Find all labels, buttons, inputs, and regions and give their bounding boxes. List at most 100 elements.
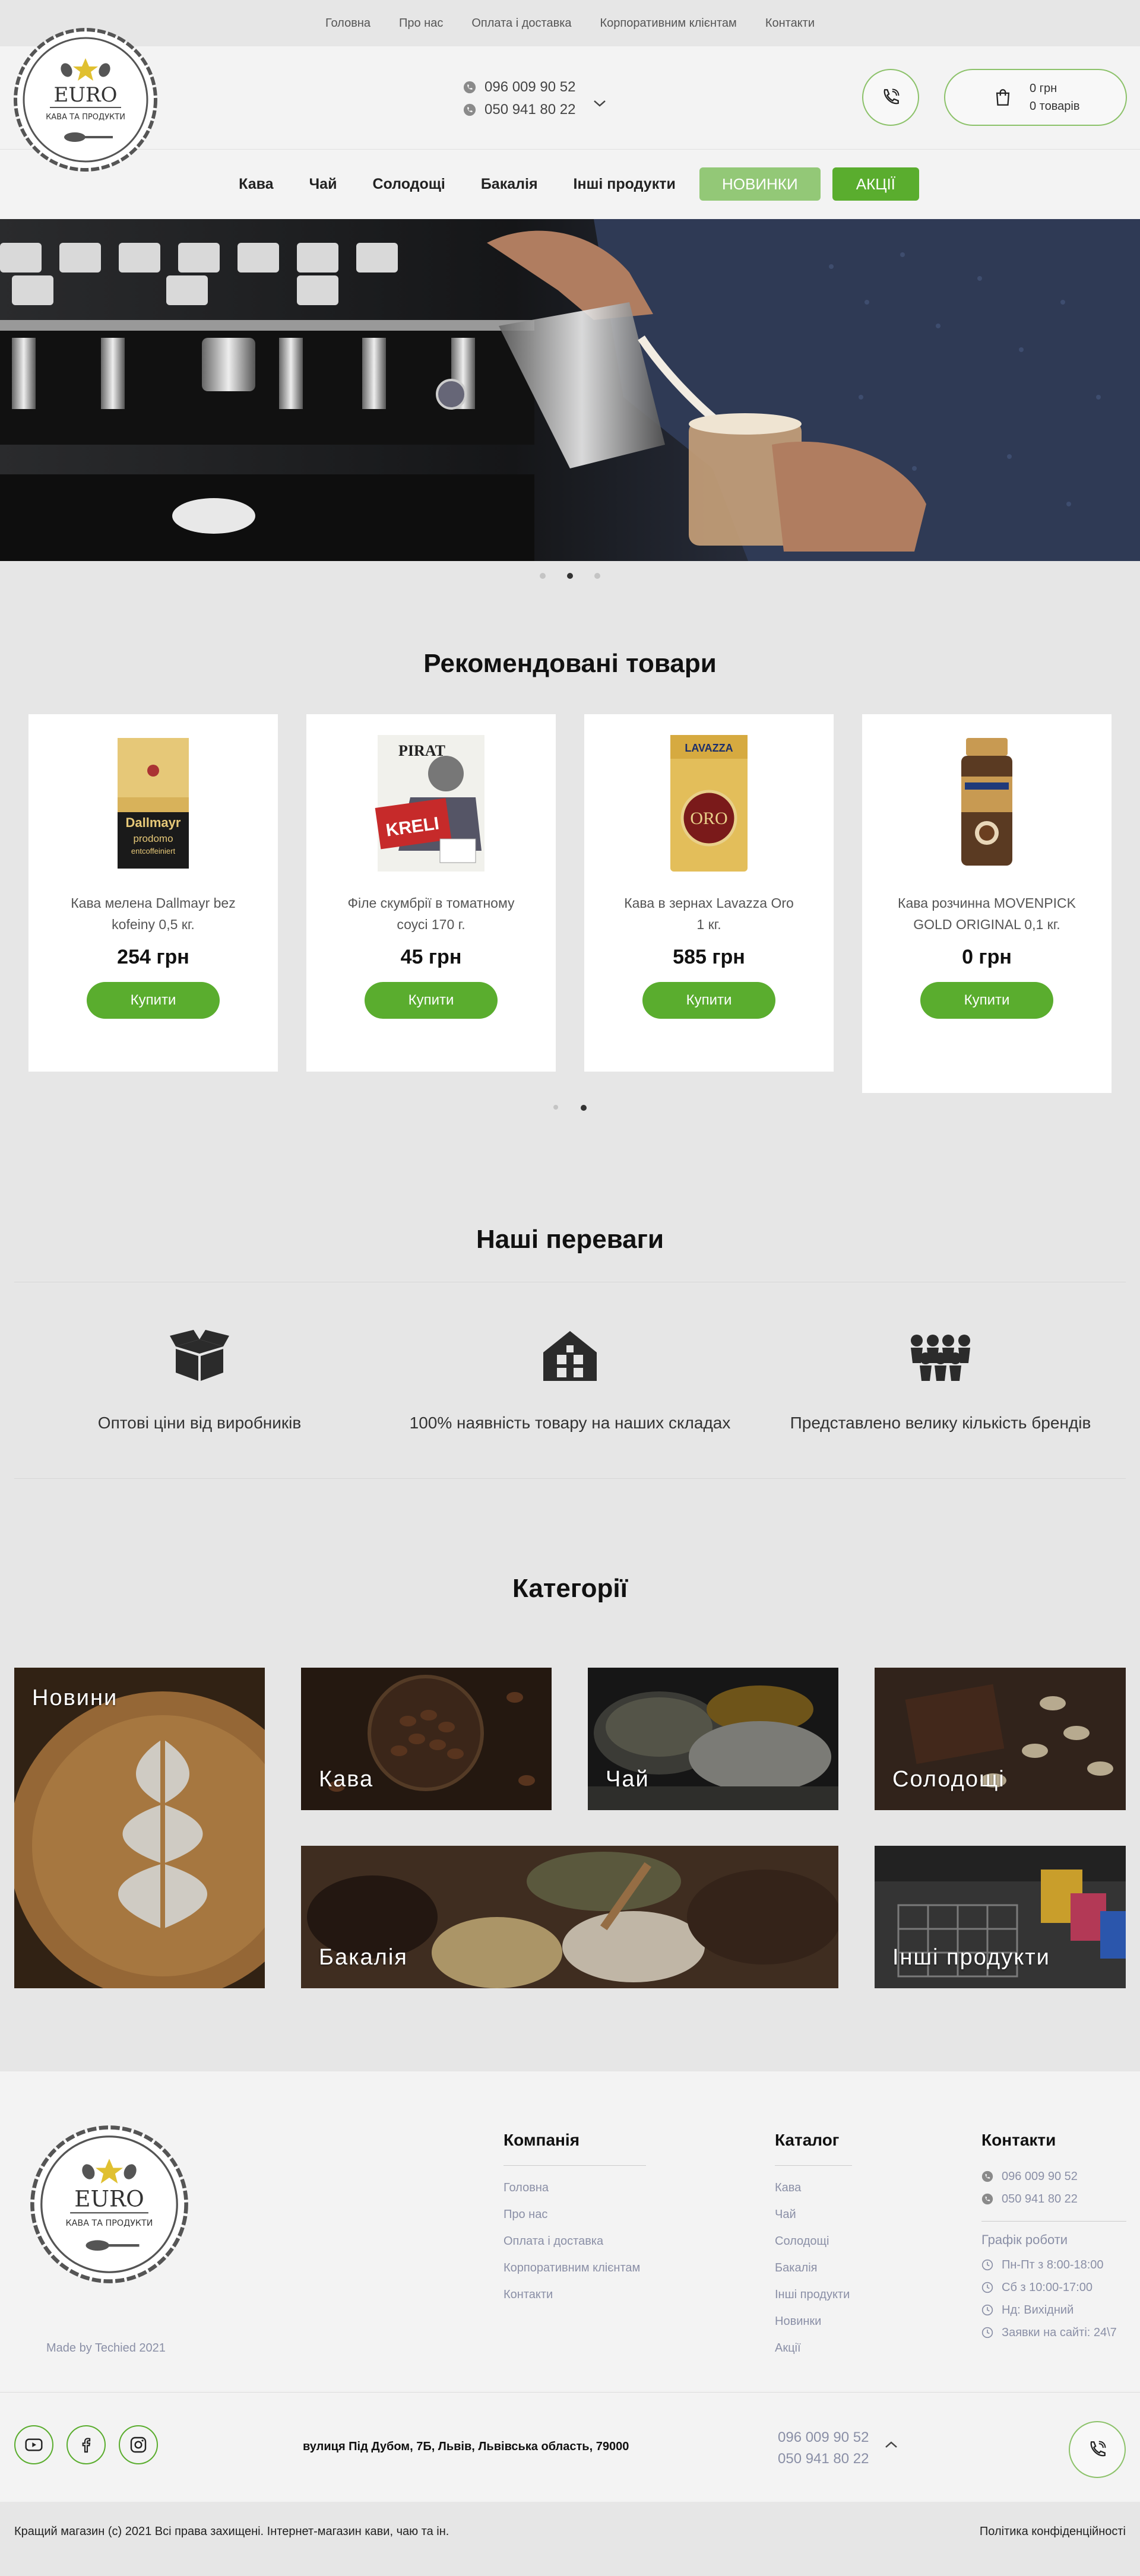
nav-item-tea[interactable]: Чай [309, 176, 337, 193]
chevron-down-icon[interactable] [593, 99, 607, 108]
phone-icon [463, 103, 476, 116]
category-label: Новини [32, 1685, 118, 1710]
chevron-up-icon[interactable] [884, 2440, 899, 2450]
product-name[interactable]: Кава розчинна MOVENPICK GOLD ORIGINAL 0,… [862, 892, 1112, 935]
product-name[interactable]: Кава мелена Dallmayr bez kofeiny 0,5 кг. [28, 892, 278, 935]
footer-link-new[interactable]: Новинки [775, 2315, 852, 2341]
product-image-movenpick [961, 738, 1012, 866]
category-label: Чай [606, 1767, 650, 1792]
top-nav-home[interactable]: Головна [325, 17, 370, 30]
main-nav: Кава Чай Солодощі Бакалія Інші продукти … [0, 149, 1140, 219]
footer-contact-phone-1[interactable]: 096 009 90 52 [1002, 2170, 1078, 2184]
nav-item-other[interactable]: Інші продукти [574, 176, 676, 193]
copyright-bar: Кращий магазин (с) 2021 Всі права захище… [0, 2502, 1140, 2561]
nav-new-button[interactable]: НОВИНКИ [699, 167, 821, 201]
category-coffee[interactable]: Кава [301, 1668, 552, 1810]
buy-button[interactable]: Купити [642, 982, 775, 1019]
product-name[interactable]: Кава в зернах Lavazza Oro 1 кг. [584, 892, 834, 935]
category-grocery[interactable]: Бакалія [301, 1846, 838, 1988]
categories-grid: Новини Кава Чай Солодощі Бакалія Інші пр… [14, 1668, 1126, 1988]
footer-phone-1[interactable]: 096 009 90 52 [778, 2427, 869, 2448]
footer-callback-button[interactable] [1069, 2421, 1126, 2478]
category-tea[interactable]: Чай [588, 1668, 838, 1810]
footer-link-sale[interactable]: Акції [775, 2341, 852, 2368]
carousel-dot-2[interactable] [581, 1105, 587, 1111]
nav-sale-button[interactable]: АКЦІЇ [832, 167, 919, 201]
top-nav-about[interactable]: Про нас [399, 17, 443, 30]
header-phone-2[interactable]: 050 941 80 22 [484, 102, 575, 118]
footer-link-contacts[interactable]: Контакти [504, 2288, 646, 2315]
product-card[interactable]: Кава розчинна MOVENPICK GOLD ORIGINAL 0,… [862, 714, 1112, 1093]
category-label: Солодощі [892, 1767, 1005, 1792]
buy-button[interactable]: Купити [920, 982, 1053, 1019]
footer-link-payment[interactable]: Оплата і доставка [504, 2235, 646, 2261]
product-card[interactable]: Dallmayr prodomo entcoffeiniert Кава мел… [28, 714, 278, 1072]
product-image-dallmayr: Dallmayr prodomo entcoffeiniert [118, 738, 189, 869]
cart-button[interactable]: 0 грн 0 товарів [944, 69, 1127, 126]
clock-icon [981, 2327, 993, 2339]
clock-icon [981, 2304, 993, 2316]
footer-address: вулиця Під Дубом, 7Б, Львів, Львівська о… [303, 2440, 629, 2453]
svg-text:ORO: ORO [690, 809, 727, 828]
footer-link-other[interactable]: Інші продукти [775, 2288, 852, 2315]
footer-link-coffee[interactable]: Кава [775, 2181, 852, 2208]
product-price: 45 грн [400, 946, 462, 968]
hero-dot-1[interactable] [540, 573, 546, 579]
svg-text:PIRAT: PIRAT [398, 742, 445, 759]
footer-link-about[interactable]: Про нас [504, 2208, 646, 2235]
advantage-item: 100% наявність товару на наших складах [404, 1329, 736, 1433]
top-nav-payment[interactable]: Оплата і доставка [471, 17, 571, 30]
advantage-label: Оптові ціни від виробників [97, 1413, 302, 1432]
box-icon [170, 1329, 229, 1381]
nav-item-grocery[interactable]: Бакалія [481, 176, 538, 193]
schedule-title: Графік роботи [981, 2221, 1126, 2248]
product-name[interactable]: Філе скумбрії в томатному соусі 170 г. [306, 892, 556, 935]
footer-link-grocery[interactable]: Бакалія [775, 2261, 852, 2288]
callback-button[interactable] [862, 69, 919, 126]
buy-button[interactable]: Купити [365, 982, 498, 1019]
made-by: Made by Techied 2021 [46, 2341, 166, 2355]
product-image-mackerel: PIRAT KRELI [375, 735, 484, 872]
product-card[interactable]: PIRAT KRELI Філе скумбрії в томатному со… [306, 714, 556, 1072]
footer-phone-2[interactable]: 050 941 80 22 [778, 2448, 869, 2470]
hero-dot-3[interactable] [594, 573, 600, 579]
header-phones: 096 009 90 52 050 941 80 22 [463, 76, 606, 121]
logo-badge: EURO КАВА ТА ПРОДУКТИ [30, 2125, 188, 2283]
instagram-icon [130, 2436, 147, 2453]
product-carousel-dots [0, 1105, 1140, 1111]
footer-logo[interactable]: EURO КАВА ТА ПРОДУКТИ [30, 2125, 189, 2284]
hero-slider[interactable] [0, 219, 1140, 561]
phone-icon [981, 2171, 993, 2182]
buy-button[interactable]: Купити [87, 982, 220, 1019]
footer-link-sweets[interactable]: Солодощі [775, 2235, 852, 2261]
product-card[interactable]: LAVAZZA ORO Кава в зернах Lavazza Oro 1 … [584, 714, 834, 1072]
footer-link-tea[interactable]: Чай [775, 2208, 852, 2235]
privacy-link[interactable]: Політика конфіденційності [980, 2525, 1126, 2539]
category-sweets[interactable]: Солодощі [875, 1668, 1126, 1810]
top-nav-corporate[interactable]: Корпоративним клієнтам [600, 17, 737, 30]
facebook-link[interactable] [66, 2425, 106, 2464]
footer-catalog: Каталог Кава Чай Солодощі Бакалія Інші п… [775, 2131, 852, 2368]
brands-icon [911, 1334, 970, 1381]
schedule-saturday: Сб з 10:00-17:00 [1002, 2280, 1092, 2294]
top-nav-contacts[interactable]: Контакти [765, 17, 815, 30]
footer-link-home[interactable]: Головна [504, 2181, 646, 2208]
footer-contacts-title: Контакти [981, 2131, 1056, 2149]
logo[interactable]: EURO КАВА ТА ПРОДУКТИ [13, 27, 158, 172]
instagram-link[interactable] [119, 2425, 158, 2464]
nav-item-coffee[interactable]: Кава [239, 176, 273, 193]
hero-image [0, 219, 1140, 561]
category-news[interactable]: Новини [14, 1668, 265, 1988]
cart-count: 0 товарів [1030, 100, 1080, 113]
carousel-dot-1[interactable] [553, 1105, 558, 1110]
youtube-link[interactable] [14, 2425, 53, 2464]
hero-dot-2[interactable] [567, 573, 573, 579]
advantage-item: Оптові ціни від виробників [33, 1329, 366, 1433]
footer-link-corporate[interactable]: Корпоративним клієнтам [504, 2261, 646, 2288]
advantage-label: 100% наявність товару на наших складах [409, 1413, 731, 1432]
category-other[interactable]: Інші продукти [875, 1846, 1126, 1988]
footer-contact-phone-2[interactable]: 050 941 80 22 [1002, 2192, 1078, 2206]
header-phone-1[interactable]: 096 009 90 52 [484, 79, 575, 96]
category-label: Кава [319, 1767, 374, 1792]
nav-item-sweets[interactable]: Солодощі [372, 176, 445, 193]
